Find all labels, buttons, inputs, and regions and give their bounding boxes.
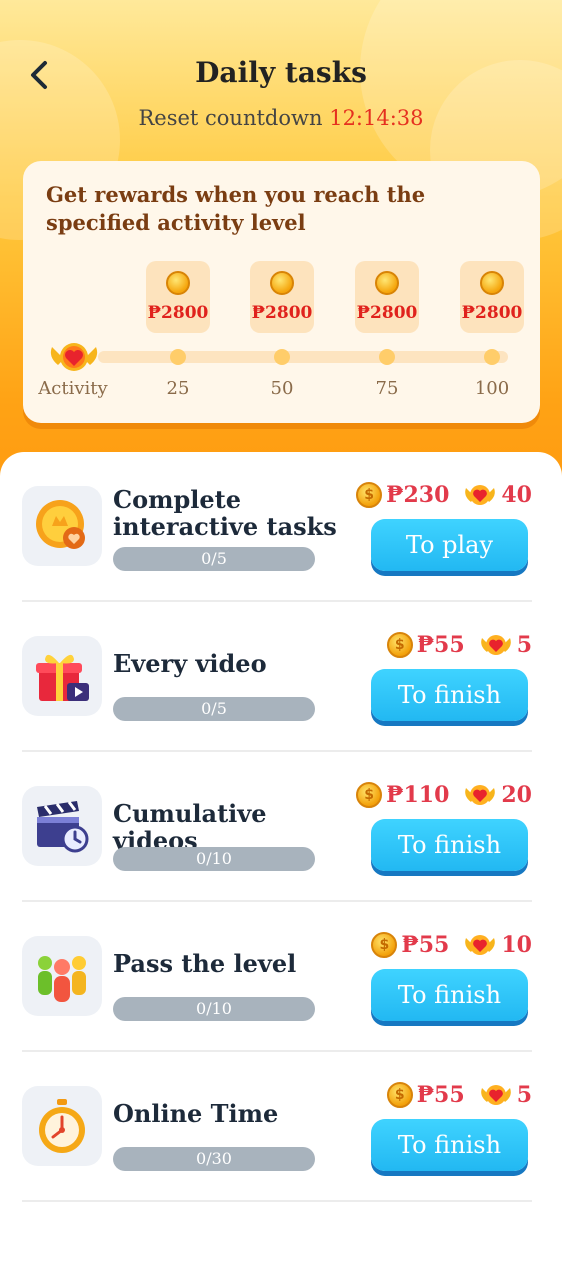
chest-amount: ₱2800 bbox=[147, 303, 209, 323]
activity-progress-track bbox=[98, 351, 508, 363]
task-rewards: $ ₱110 20 bbox=[356, 780, 532, 810]
chest-amount: ₱2800 bbox=[251, 303, 313, 323]
chest-amount: ₱2800 bbox=[356, 303, 418, 323]
medal-coin-icon bbox=[36, 500, 85, 549]
task-icon-box bbox=[22, 636, 102, 716]
coin-reward: ₱55 bbox=[401, 932, 450, 958]
task-name: Online Time bbox=[113, 1099, 279, 1128]
coin-icon bbox=[166, 271, 190, 295]
activity-heart-icon bbox=[50, 343, 98, 371]
task-name: Pass the level bbox=[113, 949, 297, 978]
task-row: Cumulative videos 0/10 $ ₱110 20 To fini… bbox=[22, 752, 532, 902]
task-list: Complete interactive tasks 0/5 $ ₱230 40… bbox=[0, 452, 562, 1280]
activity-reward: 20 bbox=[501, 782, 532, 808]
activity-reward: 5 bbox=[516, 1082, 532, 1108]
task-progress: 0/5 bbox=[113, 547, 315, 571]
level-dot bbox=[170, 349, 186, 365]
task-rewards: $ ₱55 5 bbox=[386, 1080, 532, 1110]
activity-heart-icon bbox=[480, 1085, 511, 1105]
page-title: Daily tasks bbox=[195, 56, 367, 89]
coin-icon: $ bbox=[356, 782, 383, 808]
level-dot bbox=[274, 349, 290, 365]
to-finish-button[interactable]: To finish bbox=[371, 819, 528, 871]
task-row: Complete interactive tasks 0/5 $ ₱230 40… bbox=[22, 452, 532, 602]
task-progress: 0/10 bbox=[113, 847, 315, 871]
task-progress: 0/5 bbox=[113, 697, 315, 721]
level-dot bbox=[379, 349, 395, 365]
reward-chest-75[interactable]: ₱2800 bbox=[355, 261, 419, 333]
coin-icon bbox=[375, 271, 399, 295]
activity-heart-icon bbox=[465, 785, 496, 805]
coin-reward: ₱110 bbox=[386, 782, 450, 808]
level-label: 50 bbox=[270, 378, 294, 399]
coin-reward: ₱230 bbox=[386, 482, 450, 508]
task-icon-box bbox=[22, 936, 102, 1016]
level-label: 25 bbox=[166, 378, 190, 399]
coin-icon: $ bbox=[386, 632, 413, 658]
task-name: Cumulative videos bbox=[113, 799, 267, 855]
reward-chest-25[interactable]: ₱2800 bbox=[146, 261, 210, 333]
reward-chest-50[interactable]: ₱2800 bbox=[250, 261, 314, 333]
task-name: Complete interactive tasks bbox=[113, 485, 337, 541]
task-rewards: $ ₱55 10 bbox=[371, 930, 532, 960]
task-icon-box bbox=[22, 786, 102, 866]
task-row: Online Time 0/30 $ ₱55 5 To finish bbox=[22, 1052, 532, 1202]
chest-amount: ₱2800 bbox=[461, 303, 523, 323]
level-dot bbox=[484, 349, 500, 365]
activity-heart-icon bbox=[480, 635, 511, 655]
to-play-button[interactable]: To play bbox=[371, 519, 528, 571]
level-label: 75 bbox=[375, 378, 399, 399]
task-icon-box bbox=[22, 486, 102, 566]
task-rewards: $ ₱230 40 bbox=[356, 480, 532, 510]
to-finish-button[interactable]: To finish bbox=[371, 969, 528, 1021]
coin-icon bbox=[480, 271, 504, 295]
activity-heart-icon bbox=[465, 485, 496, 505]
countdown-time: 12:14:38 bbox=[329, 106, 424, 130]
task-progress: 0/10 bbox=[113, 997, 315, 1021]
reset-countdown: Reset countdown 12:14:38 bbox=[0, 106, 562, 130]
coin-icon: $ bbox=[386, 1082, 413, 1108]
coin-icon: $ bbox=[356, 482, 383, 508]
activity-label: Activity bbox=[38, 378, 108, 399]
countdown-label: Reset countdown bbox=[138, 106, 323, 130]
people-icon bbox=[38, 956, 86, 1002]
task-progress: 0/30 bbox=[113, 1147, 315, 1171]
reward-chest-100[interactable]: ₱2800 bbox=[460, 261, 524, 333]
task-icon-box bbox=[22, 1086, 102, 1166]
activity-reward: 5 bbox=[516, 632, 532, 658]
gift-box-icon bbox=[36, 654, 89, 701]
to-finish-button[interactable]: To finish bbox=[371, 669, 528, 721]
activity-heart-icon bbox=[465, 935, 496, 955]
task-row: Every video 0/5 $ ₱55 5 To finish bbox=[22, 602, 532, 752]
to-finish-button[interactable]: To finish bbox=[371, 1119, 528, 1171]
reward-description: Get rewards when you reach the specified… bbox=[46, 182, 426, 235]
coin-icon bbox=[270, 271, 294, 295]
activity-reward: 40 bbox=[501, 482, 532, 508]
task-rewards: $ ₱55 5 bbox=[386, 630, 532, 660]
activity-reward-card: Get rewards when you reach the specified… bbox=[23, 161, 540, 423]
coin-icon: $ bbox=[371, 932, 398, 958]
coin-reward: ₱55 bbox=[416, 632, 465, 658]
clapperboard-icon bbox=[37, 801, 89, 853]
activity-reward: 10 bbox=[501, 932, 532, 958]
level-label: 100 bbox=[474, 378, 510, 399]
task-name: Every video bbox=[113, 649, 267, 678]
stopwatch-icon bbox=[39, 1099, 85, 1153]
coin-reward: ₱55 bbox=[416, 1082, 465, 1108]
task-row: Pass the level 0/10 $ ₱55 10 To finish bbox=[22, 902, 532, 1052]
